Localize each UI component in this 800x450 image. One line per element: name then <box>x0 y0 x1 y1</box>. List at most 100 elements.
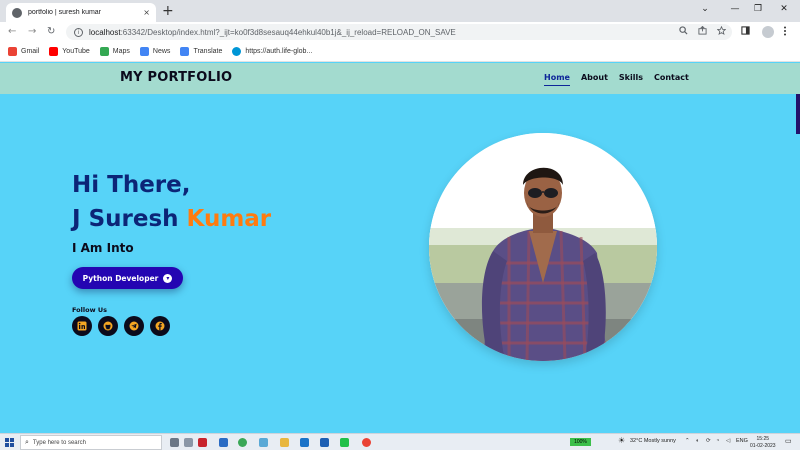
bookmark-news[interactable]: News <box>139 47 171 56</box>
mcafee-icon[interactable] <box>198 438 207 447</box>
bookmark-auth-life-glob[interactable]: https://auth.life-glob... <box>232 47 312 56</box>
widgets-icon[interactable] <box>184 438 193 447</box>
maps-icon <box>99 47 109 56</box>
tab-title: portfolio | suresh kumar <box>28 9 102 16</box>
network-icon[interactable]: ◐ <box>696 438 699 444</box>
profile-avatar[interactable] <box>762 26 774 38</box>
address-bar[interactable]: i localhost:63342/Desktop/index.html?_ij… <box>66 24 732 40</box>
restore-button[interactable]: ❐ <box>746 0 770 18</box>
system-clock[interactable]: 15:25 01-02-2023 <box>750 436 776 450</box>
wifi-icon[interactable]: ◔ <box>716 438 719 444</box>
star-icon[interactable] <box>717 26 726 35</box>
facebook-icon <box>155 321 165 331</box>
hero-heading: Hi There, J Suresh Kumar <box>72 168 271 236</box>
chevron-up-icon[interactable]: ⌃ <box>685 438 690 444</box>
bookmark-label: News <box>152 48 171 55</box>
bookmark-translate[interactable]: Translate <box>180 47 222 56</box>
url-path: :63342/Desktop/index.html?_ijt=ko0f3d8se… <box>120 27 456 37</box>
app-icon[interactable] <box>259 438 268 447</box>
close-window-button[interactable]: ✕ <box>772 0 796 18</box>
site-info-icon[interactable]: i <box>74 27 83 37</box>
mail-icon[interactable] <box>300 438 309 447</box>
github-button[interactable] <box>98 316 118 336</box>
language-indicator[interactable]: ENG <box>736 438 748 444</box>
store-icon[interactable] <box>219 438 228 447</box>
telegram-icon <box>129 321 139 331</box>
youtube-icon <box>49 47 59 56</box>
task-view-icon[interactable] <box>170 438 179 447</box>
clock-time: 15:25 <box>756 436 770 442</box>
side-panel-icon[interactable] <box>741 26 750 35</box>
chrome-taskbar-icon[interactable] <box>238 438 247 447</box>
chevron-down-icon: ▾ <box>163 273 173 283</box>
hero-greeting: Hi There, <box>72 172 191 198</box>
bookmark-maps[interactable]: Maps <box>99 47 130 56</box>
notification-icon[interactable]: ▭ <box>785 437 792 445</box>
role-label: Python Developer <box>82 273 159 283</box>
url-host: localhost <box>89 27 121 37</box>
facebook-button[interactable] <box>150 316 170 336</box>
sync-icon[interactable]: ⟳ <box>706 438 711 444</box>
browser-tab[interactable]: portfolio | suresh kumar × <box>6 3 156 22</box>
close-tab-icon[interactable]: × <box>143 8 150 17</box>
volume-icon[interactable]: ◁ <box>726 438 730 444</box>
translate-icon <box>180 47 190 56</box>
hp-icon <box>232 47 242 56</box>
clock-date: 01-02-2023 <box>750 443 776 449</box>
nav-skills[interactable]: Skills <box>619 73 643 86</box>
weather-icon: ☀ <box>618 436 626 445</box>
linkedin-icon <box>77 321 87 331</box>
search-placeholder: Type here to search <box>32 439 86 446</box>
zoom-icon[interactable] <box>679 26 688 35</box>
word-icon[interactable] <box>320 438 329 447</box>
hero-subtitle: I Am Into <box>72 241 134 255</box>
bookmark-label: https://auth.life-glob... <box>245 48 313 55</box>
nav-contact[interactable]: Contact <box>654 73 689 86</box>
url-text[interactable]: localhost:63342/Desktop/index.html?_ijt=… <box>89 28 456 37</box>
bookmark-label: Translate <box>193 48 223 55</box>
forward-button[interactable]: → <box>28 25 36 39</box>
minimize-button[interactable]: — <box>723 0 747 18</box>
more-menu-icon[interactable] <box>783 26 787 36</box>
tab-search-icon[interactable]: ⌄ <box>693 0 717 18</box>
bookmark-label: Gmail <box>21 48 40 55</box>
social-links <box>72 316 170 336</box>
gmail-icon <box>8 47 17 56</box>
profile-photo <box>429 133 657 361</box>
reload-button[interactable]: ↻ <box>47 25 55 39</box>
scrollbar-thumb[interactable] <box>796 94 800 134</box>
site-nav: Home About Skills Contact <box>544 73 689 86</box>
bookmark-gmail[interactable]: Gmail <box>8 47 39 56</box>
bookmarks-bar: Gmail YouTube Maps News Translate https:… <box>0 42 800 62</box>
search-icon: ⌕ <box>25 438 29 446</box>
role-button[interactable]: Python Developer ▾ <box>72 267 183 289</box>
news-icon <box>139 47 149 56</box>
nav-home[interactable]: Home <box>544 73 570 86</box>
chrome-active-icon[interactable] <box>362 438 371 447</box>
profile-photo-illustration <box>429 133 657 361</box>
globe-icon <box>12 7 22 18</box>
new-tab-button[interactable]: + <box>162 2 174 20</box>
file-explorer-icon[interactable] <box>280 438 289 447</box>
battery-indicator[interactable]: 100% <box>570 438 591 446</box>
nav-about[interactable]: About <box>581 73 608 86</box>
browser-toolbar: ← → ↻ i localhost:63342/Desktop/index.ht… <box>0 22 800 42</box>
browser-tab-bar: portfolio | suresh kumar × + ⌄ — ❐ ✕ <box>0 0 800 22</box>
pycharm-icon[interactable] <box>340 438 349 447</box>
share-icon[interactable] <box>698 26 707 35</box>
linkedin-button[interactable] <box>72 316 92 336</box>
bookmark-youtube[interactable]: YouTube <box>49 47 90 56</box>
site-logo[interactable]: MY PORTFOLIO <box>120 70 232 85</box>
windows-start-icon[interactable] <box>5 438 14 447</box>
bookmark-label: Maps <box>112 48 130 55</box>
hero-name-accent: Kumar <box>186 206 272 232</box>
site-header: MY PORTFOLIO Home About Skills Contact <box>0 63 800 94</box>
os-taskbar: ⌕ Type here to search 100% ☀ 32°C Mostly… <box>0 433 800 450</box>
follow-label: Follow Us <box>72 306 107 314</box>
bookmark-label: YouTube <box>62 48 90 55</box>
taskbar-search-input[interactable]: ⌕ Type here to search <box>20 435 162 450</box>
weather-text[interactable]: 32°C Mostly sunny <box>630 438 676 444</box>
back-button[interactable]: ← <box>8 25 16 39</box>
telegram-button[interactable] <box>124 316 144 336</box>
github-icon <box>103 321 113 331</box>
